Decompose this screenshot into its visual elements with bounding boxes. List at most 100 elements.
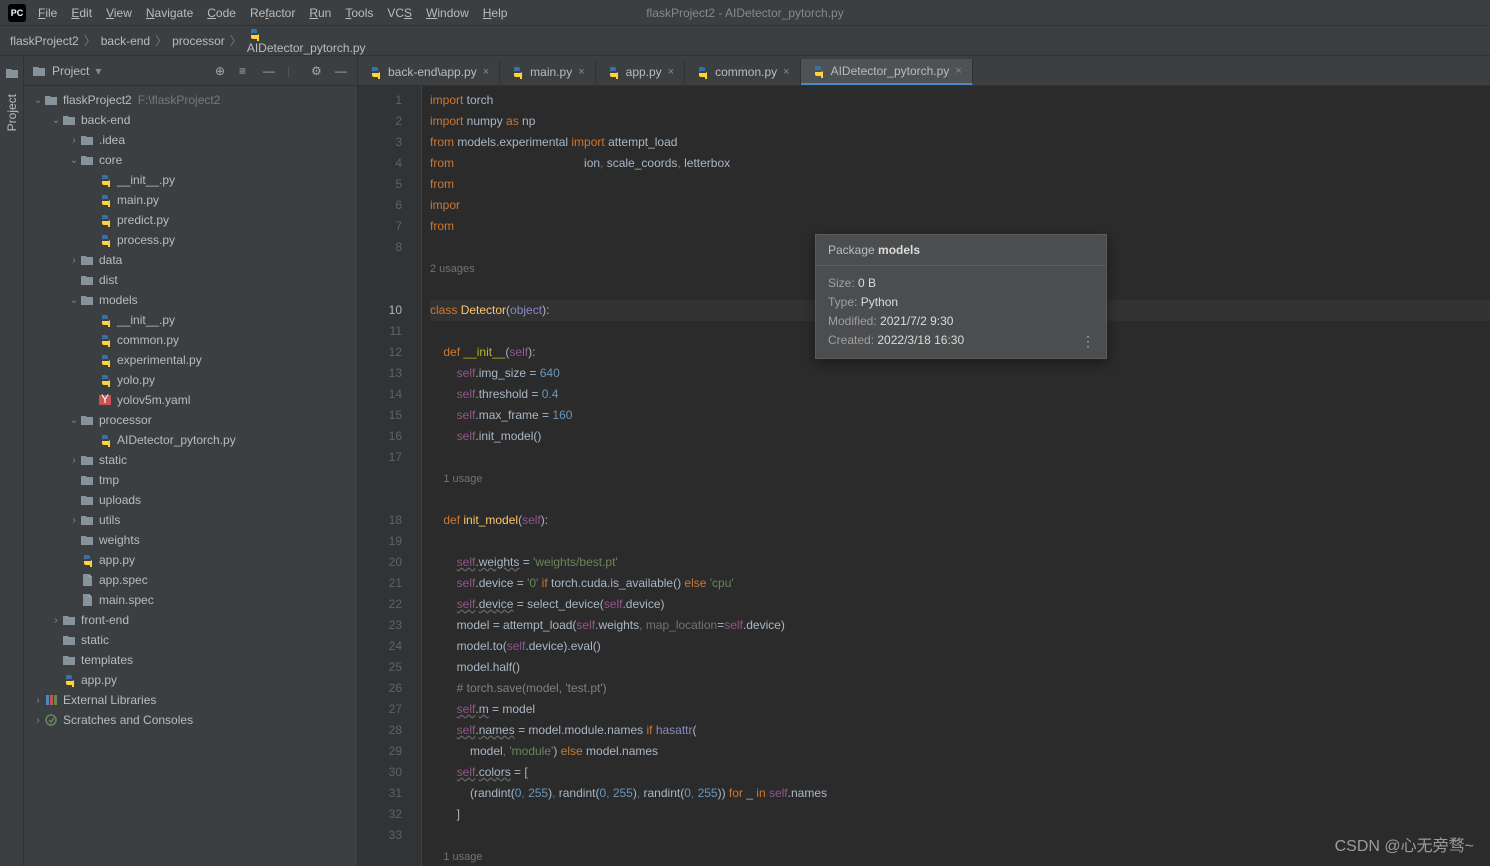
breadcrumb-item[interactable]: flaskProject2 (10, 34, 79, 48)
tree-item[interactable]: ·process.py (24, 230, 357, 250)
tree-item[interactable]: ·weights (24, 530, 357, 550)
breadcrumb-item[interactable]: processor (172, 34, 225, 48)
editor-tab[interactable]: main.py× (500, 59, 595, 85)
tree-item[interactable]: ·main.py (24, 190, 357, 210)
menu-navigate[interactable]: Navigate (146, 6, 193, 20)
tree-item[interactable]: ›Scratches and Consoles (24, 710, 357, 730)
tree-label: app.py (81, 673, 117, 687)
editor-tab[interactable]: common.py× (685, 59, 800, 85)
quick-doc-tooltip: Package models Size: 0 B Type: Python Mo… (815, 234, 1107, 359)
fold-gutter[interactable] (410, 86, 422, 866)
tree-item[interactable]: ·app.py (24, 670, 357, 690)
collapse-all-icon[interactable]: — (263, 64, 277, 78)
folder-icon (80, 253, 94, 267)
code-area[interactable]: 1234567810111213141516171819202122232425… (358, 86, 1490, 866)
tree-item[interactable]: ·tmp (24, 470, 357, 490)
menu-edit[interactable]: Edit (71, 6, 92, 20)
tree-item[interactable]: ⌄flaskProject2F:\flaskProject2 (24, 90, 357, 110)
hide-icon[interactable]: — (335, 64, 349, 78)
tree-item[interactable]: ·__init__.py (24, 170, 357, 190)
tree-item[interactable]: ⌄models (24, 290, 357, 310)
tree-arrow-icon[interactable]: › (50, 615, 62, 626)
tree-item[interactable]: ·templates (24, 650, 357, 670)
tree-item[interactable]: ›External Libraries (24, 690, 357, 710)
project-title[interactable]: Project (52, 64, 89, 78)
tree-arrow-icon[interactable]: › (32, 695, 44, 706)
menu-window[interactable]: Window (426, 6, 469, 20)
close-icon[interactable]: × (668, 66, 674, 78)
tree-item[interactable]: ·app.py (24, 550, 357, 570)
code-content[interactable]: import torchimport numpy as npfrom model… (422, 86, 1490, 866)
menu-code[interactable]: Code (207, 6, 236, 20)
close-icon[interactable]: × (578, 66, 584, 78)
close-icon[interactable]: × (483, 66, 489, 78)
tree-item[interactable]: ⌄core (24, 150, 357, 170)
menu-file[interactable]: File (38, 6, 57, 20)
tree-arrow-icon[interactable]: ⌄ (68, 295, 80, 306)
tree-arrow-icon[interactable]: › (68, 515, 80, 526)
tree-arrow-icon[interactable]: › (68, 135, 80, 146)
editor-tab[interactable]: back-end\app.py× (358, 59, 500, 85)
breadcrumb-item[interactable]: back-end (101, 34, 150, 48)
tree-item[interactable]: ·uploads (24, 490, 357, 510)
tree-label: experimental.py (117, 353, 202, 367)
menu-refactor[interactable]: Refactor (250, 6, 295, 20)
editor-tab[interactable]: app.py× (596, 59, 685, 85)
menu-help[interactable]: Help (483, 6, 508, 20)
folder-icon (80, 493, 94, 507)
close-icon[interactable]: × (955, 65, 961, 77)
breadcrumb-item[interactable]: AIDetector_pytorch.py (247, 27, 366, 55)
tree-label: app.spec (99, 573, 148, 587)
tree-arrow-icon[interactable]: ⌄ (32, 95, 44, 106)
tree-arrow-icon[interactable]: › (32, 715, 44, 726)
dropdown-icon[interactable]: ▾ (95, 64, 101, 78)
tree-item[interactable]: ·common.py (24, 330, 357, 350)
tree-item[interactable]: ⌄processor (24, 410, 357, 430)
tree-item[interactable]: ·experimental.py (24, 350, 357, 370)
editor-tab[interactable]: AIDetector_pytorch.py× (801, 59, 973, 85)
folder-icon (80, 473, 94, 487)
tree-label: flaskProject2 (63, 93, 132, 107)
tooltip-type-label: Type: (828, 295, 857, 309)
project-tree[interactable]: ⌄flaskProject2F:\flaskProject2⌄back-end›… (24, 86, 357, 866)
folder-icon (80, 413, 94, 427)
tree-item[interactable]: ·app.spec (24, 570, 357, 590)
tree-item[interactable]: ·main.spec (24, 590, 357, 610)
tree-item[interactable]: ›front-end (24, 610, 357, 630)
tree-item[interactable]: ·__init__.py (24, 310, 357, 330)
menu-tools[interactable]: Tools (345, 6, 373, 20)
tree-arrow-icon[interactable]: › (68, 455, 80, 466)
project-toolwin-icon[interactable] (5, 66, 19, 80)
tree-item[interactable]: ·yolo.py (24, 370, 357, 390)
tree-label: utils (99, 513, 120, 527)
titlebar: PC FileEditViewNavigateCodeRefactorRunTo… (0, 0, 1490, 26)
tree-arrow-icon[interactable]: › (68, 255, 80, 266)
folder-icon (80, 513, 94, 527)
tree-item[interactable]: ⌄back-end (24, 110, 357, 130)
tree-item[interactable]: ›static (24, 450, 357, 470)
tree-label: static (81, 633, 109, 647)
project-view-icon[interactable] (32, 64, 46, 78)
tree-item[interactable]: › utils (24, 510, 357, 530)
expand-all-icon[interactable]: ≡ (239, 64, 253, 78)
settings-icon[interactable]: ⚙ (311, 64, 325, 78)
tree-item[interactable]: ›.idea (24, 130, 357, 150)
tree-item[interactable]: ·static (24, 630, 357, 650)
menu-view[interactable]: View (106, 6, 132, 20)
menu-vcs[interactable]: VCS (387, 6, 412, 20)
tree-arrow-icon[interactable]: ⌄ (68, 155, 80, 166)
tree-item[interactable]: ·AIDetector_pytorch.py (24, 430, 357, 450)
tree-item[interactable]: ·predict.py (24, 210, 357, 230)
tree-item[interactable]: ·yolov5m.yaml (24, 390, 357, 410)
tree-arrow-icon[interactable]: ⌄ (68, 415, 80, 426)
menu-run[interactable]: Run (309, 6, 331, 20)
close-icon[interactable]: × (783, 66, 789, 78)
tree-item[interactable]: ·dist (24, 270, 357, 290)
tooltip-more-icon[interactable]: ⋮ (1081, 333, 1096, 350)
select-opened-icon[interactable]: ⊕ (215, 64, 229, 78)
breadcrumb: flaskProject2〉back-end〉processor〉 AIDete… (0, 26, 1490, 56)
tree-item[interactable]: ›data (24, 250, 357, 270)
project-toolwin-label[interactable]: Project (5, 88, 19, 137)
tree-arrow-icon[interactable]: ⌄ (50, 115, 62, 126)
tree-label: templates (81, 653, 133, 667)
